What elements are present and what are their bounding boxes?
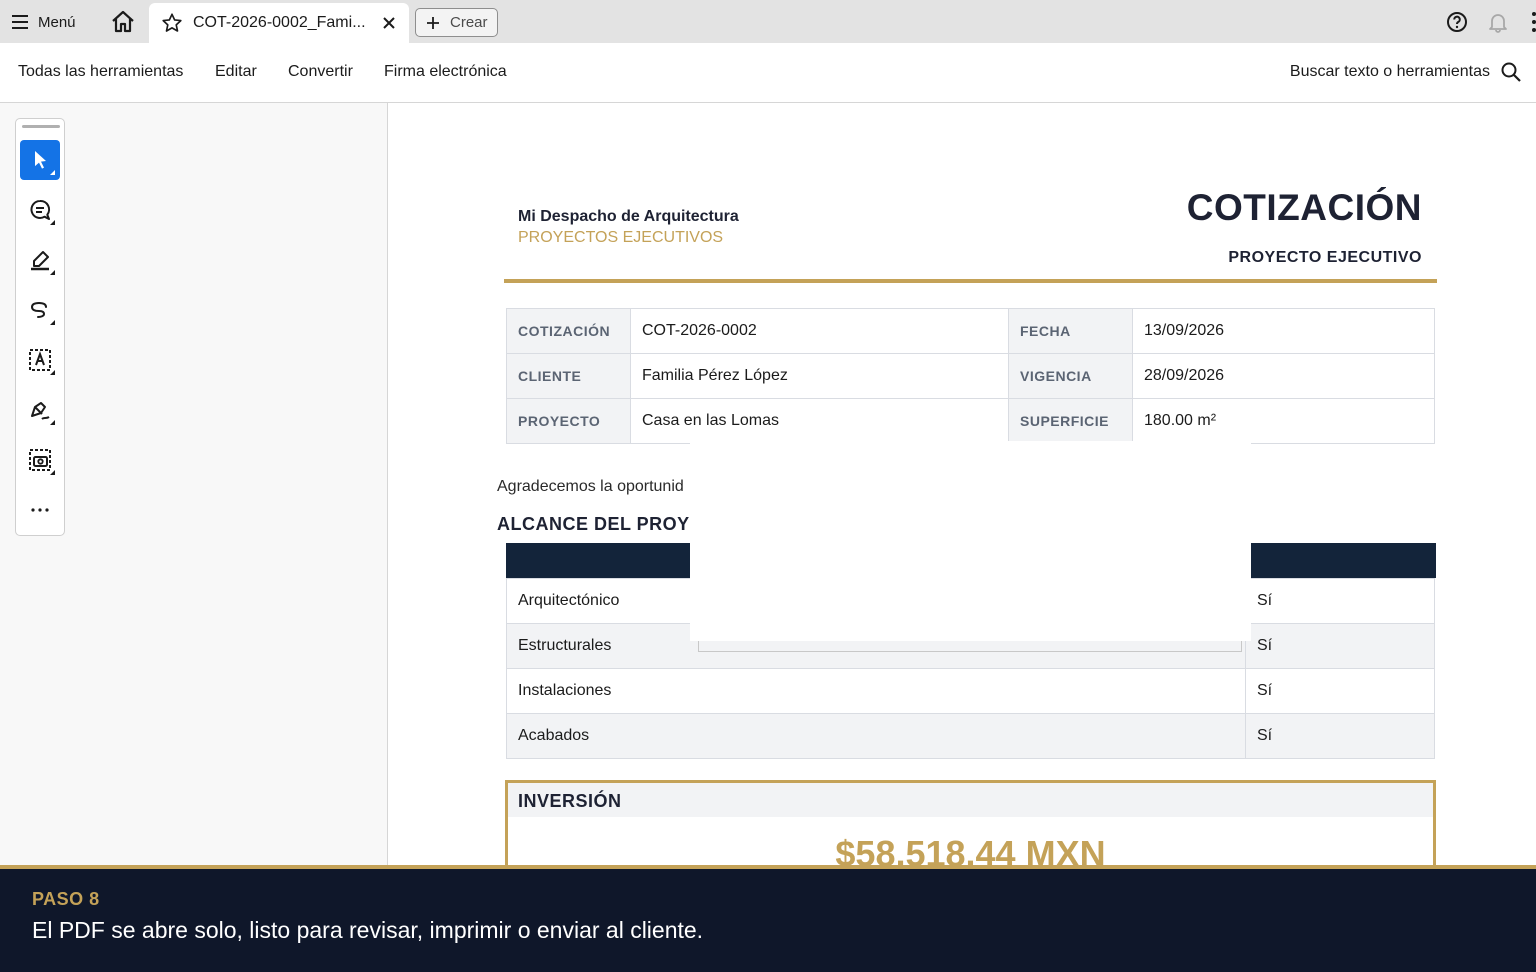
value-cell: 180.00 m²	[1132, 398, 1435, 444]
home-button[interactable]	[108, 8, 138, 36]
search-tools-label: Buscar texto o herramientas	[1289, 63, 1490, 80]
header-divider	[504, 279, 1437, 283]
scope-item: Instalaciones	[506, 668, 1246, 714]
overlay-outline	[698, 641, 1242, 652]
create-button[interactable]: Crear	[415, 8, 498, 37]
menu-button[interactable]: Menú	[10, 8, 76, 36]
comment-tool[interactable]	[20, 190, 60, 230]
more-icon	[31, 508, 49, 512]
table-row: CLIENTE Familia Pérez López VIGENCIA 28/…	[506, 353, 1435, 399]
notification-bell-icon[interactable]	[1487, 11, 1509, 33]
left-pane	[0, 103, 388, 865]
table-row: Acabados Sí	[506, 713, 1435, 759]
document-subtitle: PROYECTO EJECUTIVO	[1228, 249, 1422, 266]
value-cell: 28/09/2026	[1132, 353, 1435, 399]
sign-icon	[31, 402, 50, 420]
highlight-tool[interactable]	[20, 240, 60, 280]
help-icon[interactable]	[1446, 11, 1468, 33]
nav-e-sign[interactable]: Firma electrónica	[384, 63, 507, 81]
scope-included: Sí	[1245, 668, 1435, 714]
value-cell: Familia Pérez López	[630, 353, 1009, 399]
scope-title: ALCANCE DEL PROY	[497, 514, 690, 534]
search-icon	[1501, 62, 1521, 82]
investment-title: INVERSIÓN	[508, 783, 1433, 817]
tab-bar: Menú COT-2026-0002_Fami... Crear	[0, 0, 1536, 43]
blank-overlay	[690, 441, 1251, 641]
draw-icon	[30, 301, 47, 318]
screenshot-tool[interactable]	[20, 440, 60, 480]
investment-amount: $58,518.44 MXN	[835, 833, 1106, 865]
document-viewer[interactable]: Mi Despacho de Arquitectura PROYECTOS EJ…	[389, 103, 1536, 865]
scope-included: Sí	[1245, 578, 1435, 624]
draw-tool[interactable]	[20, 290, 60, 330]
value-cell: Casa en las Lomas	[630, 398, 1009, 444]
label-cell: SUPERFICIE	[1008, 398, 1133, 444]
more-vertical-icon[interactable]	[1526, 9, 1536, 35]
star-icon[interactable]	[161, 12, 183, 34]
label-cell: VIGENCIA	[1008, 353, 1133, 399]
nav-edit[interactable]: Editar	[215, 63, 257, 81]
scope-included: Sí	[1245, 623, 1435, 669]
table-row: PROYECTO Casa en las Lomas SUPERFICIE 18…	[506, 398, 1435, 444]
quick-tools-toolbar	[15, 118, 65, 536]
table-row: Instalaciones Sí	[506, 668, 1435, 714]
scope-included: Sí	[1245, 713, 1435, 759]
intro-text: Agradecemos la oportunid	[497, 478, 684, 495]
home-icon	[112, 10, 134, 33]
tab-title: COT-2026-0002_Fami...	[193, 14, 366, 31]
search-tools-button[interactable]: Buscar texto o herramientas	[1290, 61, 1522, 83]
value-cell: 13/09/2026	[1132, 308, 1435, 354]
document-tab[interactable]: COT-2026-0002_Fami...	[149, 3, 409, 43]
label-cell: PROYECTO	[506, 398, 631, 444]
document-title: COTIZACIÓN	[1186, 187, 1422, 228]
text-box-icon	[29, 349, 51, 371]
select-tool[interactable]	[20, 140, 60, 180]
highlight-icon	[31, 251, 49, 271]
screenshot-icon	[29, 449, 51, 471]
select-icon	[35, 151, 46, 169]
scope-item: Acabados	[506, 713, 1246, 759]
sign-tool[interactable]	[20, 390, 60, 430]
nav-convert[interactable]: Convertir	[288, 63, 353, 81]
investment-box: INVERSIÓN $58,518.44 MXN	[505, 780, 1436, 865]
toolbar-grip[interactable]	[22, 125, 60, 128]
label-cell: CLIENTE	[506, 353, 631, 399]
menu-label: Menú	[38, 13, 76, 31]
step-label: PASO 8	[32, 889, 100, 909]
pdf-page: Mi Despacho de Arquitectura PROYECTOS EJ…	[389, 103, 1536, 865]
hamburger-icon	[12, 15, 28, 29]
comment-icon	[30, 199, 51, 220]
text-box-tool[interactable]	[20, 340, 60, 380]
nav-all-tools[interactable]: Todas las herramientas	[18, 63, 183, 81]
step-caption-banner: PASO 8 El PDF se abre solo, listo para r…	[0, 865, 1536, 972]
tool-navigation: Todas las herramientas Editar Convertir …	[0, 43, 1536, 103]
table-row: COTIZACIÓN COT-2026-0002 FECHA 13/09/202…	[506, 308, 1435, 354]
label-cell: FECHA	[1008, 308, 1133, 354]
label-cell: COTIZACIÓN	[506, 308, 631, 354]
plus-icon	[427, 16, 439, 29]
quote-info-table: COTIZACIÓN COT-2026-0002 FECHA 13/09/202…	[506, 308, 1435, 444]
step-description: El PDF se abre solo, listo para revisar,…	[32, 917, 704, 943]
more-tools-button[interactable]	[20, 490, 60, 530]
close-tab-icon[interactable]	[379, 13, 399, 33]
create-label: Crear	[450, 14, 488, 31]
value-cell: COT-2026-0002	[630, 308, 1009, 354]
firm-name: Mi Despacho de Arquitectura	[518, 208, 739, 225]
firm-subtitle: PROYECTOS EJECUTIVOS	[518, 229, 724, 246]
